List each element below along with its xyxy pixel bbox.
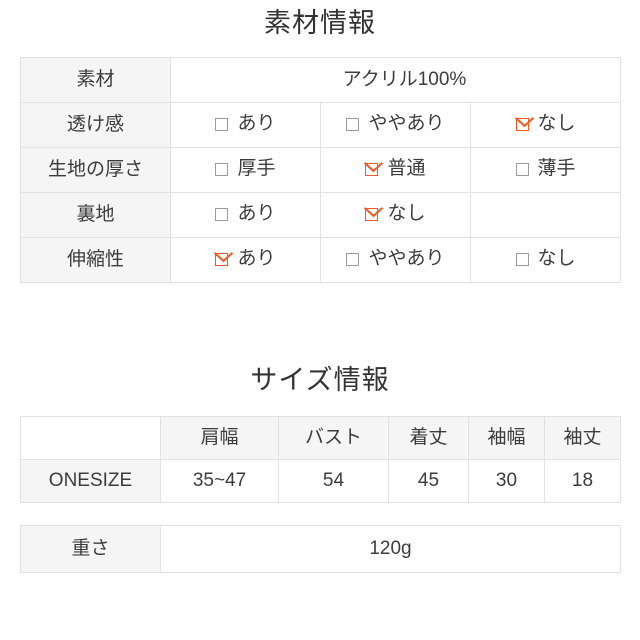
table-row: 生地の厚さ 厚手 普通 薄手 (20, 147, 622, 193)
lining-option-2[interactable]: なし (320, 192, 471, 238)
size-row-name: ONESIZE (20, 459, 161, 503)
option-group: あり (215, 202, 276, 226)
thickness-option-3[interactable]: 薄手 (469, 147, 622, 193)
sheerness-option-1[interactable]: あり (170, 102, 321, 148)
footnote-text (0, 573, 640, 581)
size-header-blank (20, 416, 161, 460)
checkbox-unchecked-icon[interactable] (215, 207, 229, 221)
checkbox-unchecked-icon[interactable] (346, 117, 360, 131)
option-label: あり (237, 112, 276, 134)
size-table-header-row: 肩幅 バスト 着丈 袖幅 袖丈 (20, 416, 621, 460)
material-value: アクリル100% (169, 57, 622, 103)
table-row: 伸縮性 あり ややあり なし (20, 237, 622, 283)
option-label: なし (537, 247, 576, 269)
checkbox-unchecked-icon[interactable] (346, 252, 360, 266)
size-cell-sleeve-length: 18 (544, 459, 621, 503)
thickness-row-label: 生地の厚さ (20, 147, 171, 193)
size-cell-sleeve-width: 30 (468, 459, 545, 503)
option-label: 普通 (387, 157, 426, 179)
size-table-wrap: 肩幅 バスト 着丈 袖幅 袖丈 ONESIZE 35~47 54 45 30 1… (0, 416, 640, 503)
option-group: ややあり (346, 247, 445, 271)
size-cell-shoulder: 35~47 (160, 459, 279, 503)
stretch-row-label: 伸縮性 (20, 237, 171, 283)
material-table-wrap: 素材 アクリル100% 透け感 あり ややあり なし 生地の厚さ 厚手 普通 薄… (0, 57, 640, 283)
thickness-option-2[interactable]: 普通 (320, 147, 471, 193)
product-info-page: 素材情報 素材 アクリル100% 透け感 あり ややあり なし 生地の厚さ 厚手… (0, 0, 640, 640)
sheerness-option-2[interactable]: ややあり (320, 102, 471, 148)
sheerness-row-label: 透け感 (20, 102, 171, 148)
option-label: 薄手 (537, 157, 576, 179)
size-header-bust: バスト (278, 416, 389, 460)
weight-table: 重さ 120g (20, 525, 621, 573)
option-label: あり (237, 202, 276, 224)
size-header-sleeve-width: 袖幅 (468, 416, 545, 460)
size-header-shoulder: 肩幅 (160, 416, 279, 460)
size-table: 肩幅 バスト 着丈 袖幅 袖丈 ONESIZE 35~47 54 45 30 1… (20, 416, 621, 503)
table-row: 裏地 あり なし (20, 192, 622, 238)
material-section-title: 素材情報 (264, 8, 376, 38)
lining-option-1[interactable]: あり (170, 192, 321, 238)
stretch-option-2[interactable]: ややあり (320, 237, 471, 283)
lining-row-label: 裏地 (20, 192, 171, 238)
table-row: 素材 アクリル100% (20, 57, 622, 103)
checkbox-unchecked-icon[interactable] (515, 252, 529, 266)
weight-table-wrap: 重さ 120g (0, 525, 640, 573)
size-header-length: 着丈 (388, 416, 469, 460)
weight-value: 120g (160, 525, 621, 573)
option-label: あり (237, 247, 276, 269)
checkbox-unchecked-icon[interactable] (515, 162, 529, 176)
option-label: ややあり (368, 247, 445, 269)
option-group: 厚手 (215, 157, 276, 181)
thickness-option-1[interactable]: 厚手 (170, 147, 321, 193)
option-group: 普通 (365, 157, 426, 181)
stretch-option-1[interactable]: あり (170, 237, 321, 283)
table-row: 透け感 あり ややあり なし (20, 102, 622, 148)
size-header-sleeve-length: 袖丈 (544, 416, 621, 460)
option-group: 薄手 (515, 157, 576, 181)
option-group: なし (515, 247, 576, 271)
stretch-option-3[interactable]: なし (469, 237, 622, 283)
table-row: 重さ 120g (20, 525, 621, 573)
option-group: なし (365, 202, 426, 226)
checkbox-checked-icon[interactable] (515, 117, 529, 131)
material-table: 素材 アクリル100% 透け感 あり ややあり なし 生地の厚さ 厚手 普通 薄… (20, 57, 622, 283)
size-cell-length: 45 (388, 459, 469, 503)
option-label: なし (387, 202, 426, 224)
option-label: なし (537, 112, 576, 134)
checkbox-unchecked-icon[interactable] (215, 117, 229, 131)
size-section-title: サイズ情報 (250, 365, 390, 395)
size-cell-bust: 54 (278, 459, 389, 503)
option-group: なし (515, 112, 576, 136)
sheerness-option-3[interactable]: なし (469, 102, 622, 148)
checkbox-checked-icon[interactable] (365, 207, 379, 221)
option-group: あり (215, 247, 276, 271)
checkbox-checked-icon[interactable] (215, 252, 229, 266)
checkbox-unchecked-icon[interactable] (215, 162, 229, 176)
option-label: ややあり (368, 112, 445, 134)
option-group: ややあり (346, 112, 445, 136)
checkbox-checked-icon[interactable] (365, 162, 379, 176)
option-label: 厚手 (237, 157, 276, 179)
option-group: あり (215, 112, 276, 136)
weight-label: 重さ (20, 525, 161, 573)
material-row-label: 素材 (20, 57, 171, 103)
table-row: ONESIZE 35~47 54 45 30 18 (20, 459, 621, 503)
lining-option-3-empty (469, 192, 622, 238)
